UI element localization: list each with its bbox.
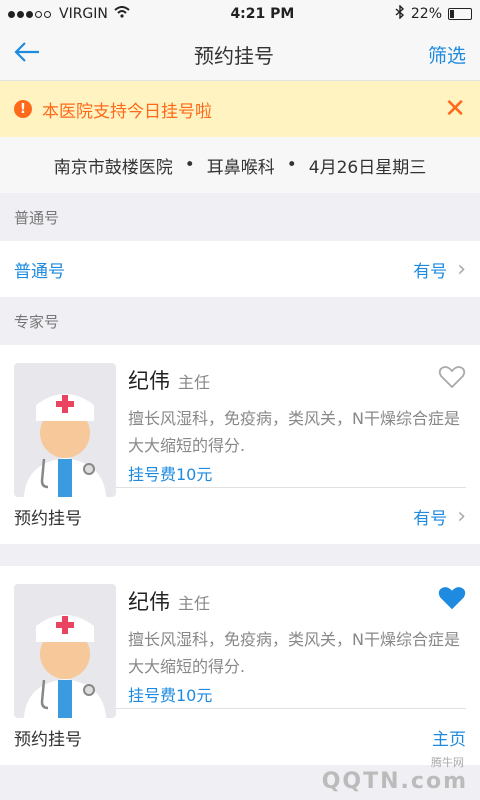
department-name: 耳鼻喉科 — [206, 157, 275, 178]
filter-button[interactable]: 筛选 — [428, 41, 466, 68]
warning-icon: ! — [14, 100, 32, 118]
favorite-heart-icon[interactable] — [438, 586, 466, 610]
availability-label: 有号 — [413, 261, 448, 282]
chevron-right-icon: › — [457, 503, 466, 529]
registration-fee: 挂号费10元 — [128, 465, 213, 484]
section-general-title: 普通号 — [14, 208, 60, 227]
doctor-avatar — [14, 363, 116, 497]
availability-label: 主页 — [432, 729, 466, 750]
back-arrow-icon[interactable] — [14, 41, 40, 67]
doctor-description: 擅长风湿科，免疫病，类风关，N干燥综合症是大大缩短的得分. — [128, 409, 460, 455]
watermark-caption: 腾牛网 — [431, 756, 464, 769]
notice-banner: ! 本医院支持今日挂号啦 ✕ — [0, 81, 480, 137]
signal-icon — [8, 6, 53, 22]
hospital-name: 南京市鼓楼医院 — [53, 157, 173, 178]
separator: • — [184, 155, 195, 175]
doctor-card[interactable]: 纪伟 主任 擅长风湿科，免疫病，类风关，N干燥综合症是大大缩短的得分. 挂号费1… — [0, 345, 480, 544]
general-label: 普通号 — [14, 261, 65, 282]
battery-percent: 22% — [410, 6, 442, 22]
notice-text: 本医院支持今日挂号啦 — [42, 101, 212, 122]
date-label: 4月26日星期三 — [308, 157, 427, 178]
carrier-label: VIRGIN — [59, 6, 108, 22]
book-label: 预约挂号 — [14, 729, 82, 750]
section-expert-title: 专家号 — [14, 312, 60, 331]
doctor-rank: 主任 — [178, 594, 211, 613]
close-icon[interactable]: ✕ — [444, 96, 466, 122]
nav-bar: 预约挂号 筛选 — [0, 28, 480, 81]
general-registration-row[interactable]: 普通号 有号 › — [0, 241, 480, 297]
doctor-card[interactable]: 纪伟 主任 擅长风湿科，免疫病，类风关，N干燥综合症是大大缩短的得分. 挂号费1… — [0, 566, 480, 765]
chevron-right-icon: › — [457, 256, 466, 282]
hospital-info: 南京市鼓楼医院 • 耳鼻喉科 • 4月26日星期三 — [0, 137, 480, 193]
doctor-name: 纪伟 — [128, 590, 170, 614]
favorite-heart-icon[interactable] — [438, 365, 466, 389]
doctor-avatar — [14, 584, 116, 718]
separator: • — [286, 155, 297, 175]
registration-fee: 挂号费10元 — [128, 686, 213, 705]
page-title: 预约挂号 — [193, 43, 274, 68]
battery-icon — [448, 8, 472, 20]
watermark-logo: QQTN.com — [321, 769, 468, 794]
availability-label: 有号 — [413, 508, 448, 529]
bluetooth-icon — [395, 4, 405, 23]
wifi-icon — [114, 6, 130, 22]
clock: 4:21 PM — [230, 6, 295, 22]
status-bar: VIRGIN 4:21 PM 22% — [0, 0, 480, 28]
doctor-rank: 主任 — [178, 373, 211, 392]
book-label: 预约挂号 — [14, 508, 82, 529]
doctor-name: 纪伟 — [128, 369, 170, 393]
doctor-description: 擅长风湿科，免疫病，类风关，N干燥综合症是大大缩短的得分. — [128, 630, 460, 676]
